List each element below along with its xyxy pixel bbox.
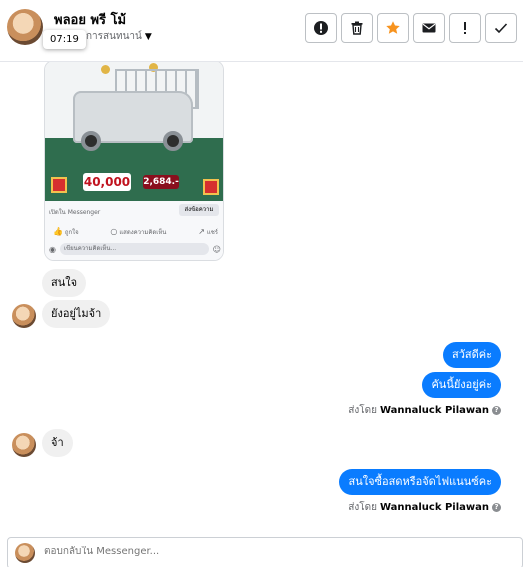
post-share-label: แชร์	[206, 229, 218, 236]
reply-composer	[7, 537, 523, 567]
post-comment-button[interactable]: ○ แสดงความคิดเห็น	[110, 227, 166, 237]
mark-done-button[interactable]	[485, 13, 517, 43]
wheel	[81, 131, 101, 151]
spam-button[interactable]	[449, 13, 481, 43]
outgoing-message[interactable]: คันนี้ยังอยู่ค่ะ	[422, 372, 501, 398]
star-icon	[386, 21, 400, 34]
sender-avatar[interactable]	[12, 433, 36, 457]
post-comment-label: แสดงความคิดเห็น	[119, 229, 167, 236]
sender-avatar[interactable]	[12, 304, 36, 328]
caret-down-icon: ▼	[144, 32, 152, 42]
post-price-secondary: 2,684.-	[143, 175, 179, 189]
sent-by-name: Wannaluck Pilawan	[379, 502, 489, 513]
conversation-header: พลอย พรี โม้ อการสนทนาน์ ▼ 07:19	[0, 0, 523, 62]
post-price-main: 40,000	[83, 173, 131, 191]
star-button[interactable]	[377, 13, 409, 43]
post-image[interactable]: 40,000 2,684.-	[45, 62, 223, 201]
emoji-icon[interactable]: ☺	[213, 245, 221, 254]
gift-icon	[203, 179, 219, 195]
post-like-button[interactable]: 👍 ถูกใจ	[53, 227, 79, 237]
trash-icon	[351, 21, 363, 35]
report-button[interactable]	[305, 13, 337, 43]
post-share-button[interactable]: ↗ แชร์	[198, 227, 218, 237]
gift-icon	[51, 177, 67, 193]
timestamp-tooltip: 07:19	[43, 30, 86, 49]
shared-post-card[interactable]: 40,000 2,684.- เปิดใน Messenger ส่งข้อคว…	[44, 62, 224, 261]
conversation-toolbar	[305, 13, 517, 43]
post-comment-input[interactable]: เขียนความคิดเห็น...	[59, 243, 209, 255]
sent-by-name: Wannaluck Pilawan	[379, 405, 489, 416]
outgoing-message[interactable]: สนใจซื้อสดหรือจัดไฟแนนซ์คะ	[339, 469, 501, 495]
sent-by-label: ส่งโดย Wannaluck Pilawan ?	[348, 403, 501, 418]
delete-button[interactable]	[341, 13, 373, 43]
conversation-status-label: อการสนทนาน์	[80, 31, 142, 42]
incoming-message[interactable]: ยังอยู่ไมจ้า	[42, 300, 111, 328]
post-send-message-button[interactable]: ส่งข้อความ	[179, 204, 219, 216]
check-icon	[494, 23, 508, 34]
conversation-status-dropdown[interactable]: อการสนทนาน์ ▼	[80, 29, 152, 44]
help-icon[interactable]: ?	[492, 503, 501, 512]
contact-avatar[interactable]	[7, 9, 43, 45]
post-actions: 👍 ถูกใจ ○ แสดงความคิดเห็น ↗ แชร์	[53, 227, 218, 237]
help-icon[interactable]: ?	[492, 406, 501, 415]
reply-input[interactable]	[44, 546, 504, 557]
sent-by-label: ส่งโดย Wannaluck Pilawan ?	[348, 500, 501, 515]
camera-icon[interactable]: ◉	[49, 245, 56, 254]
mail-icon	[422, 23, 436, 33]
contact-name[interactable]: พลอย พรี โม้	[54, 9, 126, 30]
page-avatar	[15, 543, 35, 563]
wheel	[163, 131, 183, 151]
share-icon: ↗	[198, 227, 205, 236]
sent-by-prefix: ส่งโดย	[348, 405, 377, 416]
mark-unread-button[interactable]	[413, 13, 445, 43]
post-like-label: ถูกใจ	[64, 229, 79, 236]
alert-circle-icon	[314, 21, 328, 35]
comment-icon: ○	[110, 227, 118, 236]
incoming-message[interactable]: สนใจ	[42, 269, 87, 297]
incoming-message[interactable]: จ้า	[42, 429, 73, 457]
post-comment-row: ◉ เขียนความคิดเห็น... ☺	[49, 242, 221, 256]
post-footer: เปิดใน Messenger ส่งข้อความ 👍 ถูกใจ ○ แส…	[45, 201, 223, 260]
sent-by-prefix: ส่งโดย	[348, 502, 377, 513]
outgoing-message[interactable]: สวัสดีค่ะ	[442, 342, 501, 368]
post-source: เปิดใน Messenger	[49, 209, 101, 216]
ornament-icon	[101, 65, 110, 74]
message-thread[interactable]: 40,000 2,684.- เปิดใน Messenger ส่งข้อคว…	[0, 62, 523, 536]
like-icon: 👍	[53, 227, 63, 236]
exclamation-icon	[464, 22, 466, 34]
